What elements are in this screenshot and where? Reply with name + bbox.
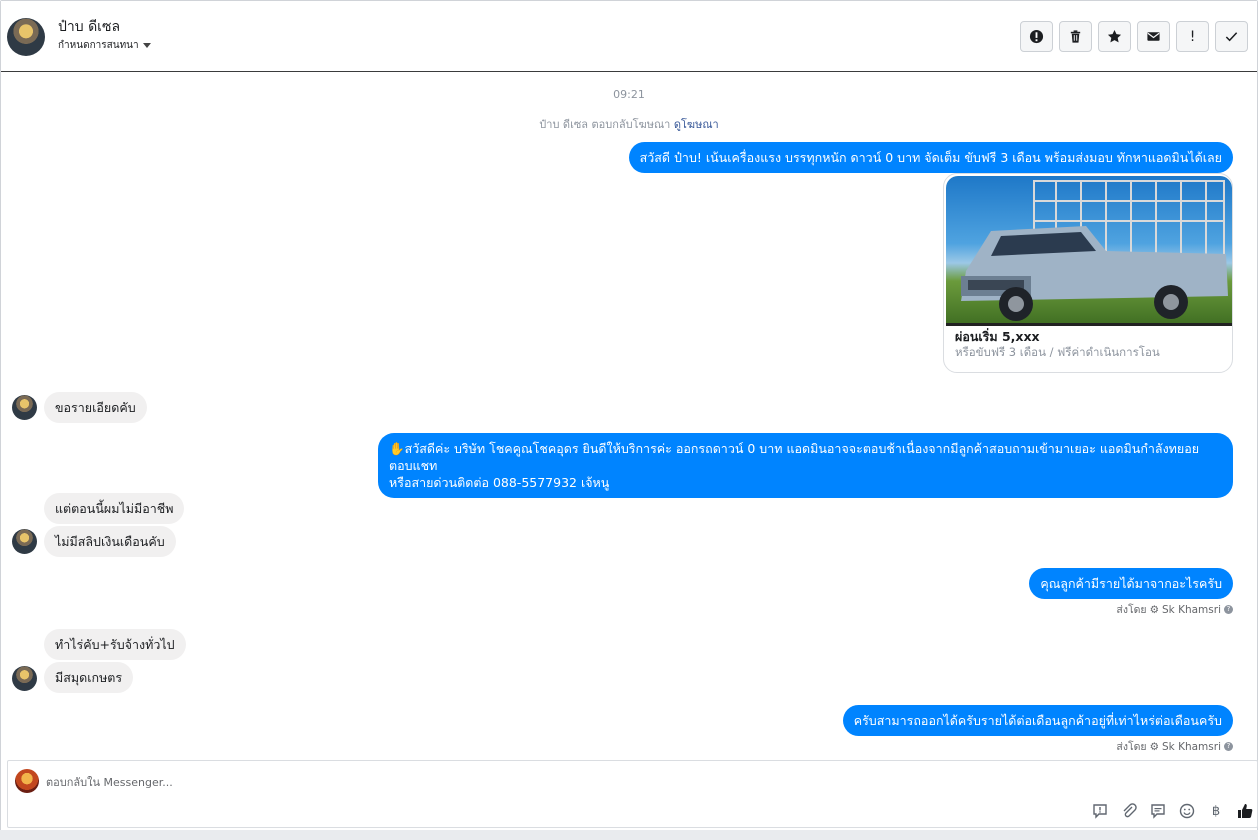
incoming-message[interactable]: แต่ตอนนี้ผมไม่มีอาชีพ [44, 493, 185, 524]
message-line: หรือสายด่วนติดต่อ 088-5577932 เจ้หนู [389, 475, 610, 490]
sent-by-label: ส่งโดย ⚙ Sk Khamsri ? [1116, 738, 1233, 755]
sent-by-text: ส่งโดย [1116, 604, 1147, 616]
message-thread[interactable]: 09:21 ป๋าบ ดีเซล ตอบกลับโฆษณา ดูโฆษณา สว… [1, 73, 1257, 759]
incoming-message[interactable]: ขอรายเอียดคับ [44, 392, 147, 423]
assign-conversation-dropdown[interactable]: กำหนดการสนทนา [58, 38, 151, 53]
follow-up-button[interactable]: ! [1176, 21, 1209, 52]
help-icon[interactable]: ? [1224, 605, 1233, 614]
star-button[interactable] [1098, 21, 1131, 52]
outgoing-message[interactable]: คุณลูกค้ามีรายได้มาจากอะไรครับ [1029, 568, 1233, 599]
sender-avatar[interactable] [12, 395, 37, 420]
pickup-truck-photo [946, 176, 1232, 326]
header-actions: ! [1020, 21, 1248, 52]
gear-icon: ⚙ [1149, 740, 1159, 753]
attachment-icon [1123, 803, 1137, 818]
mark-spam-button[interactable] [1020, 21, 1053, 52]
message-composer: ตอบกลับใน Messenger... ฿ [7, 760, 1258, 828]
attach-file-button[interactable] [1121, 803, 1137, 819]
caret-down-icon [142, 43, 151, 48]
sent-by-text: ส่งโดย [1116, 741, 1147, 753]
message-line: ✋สวัสดีค่ะ บริษัท โชคคูณโชคอุดร ยินดีให้… [389, 441, 1200, 473]
ad-reply-text: ป๋าบ ดีเซล ตอบกลับโฆษณา [539, 118, 671, 131]
sender-name: Sk Khamsri [1162, 603, 1221, 616]
gear-icon: ⚙ [1149, 603, 1159, 616]
saved-reply-button[interactable] [1092, 803, 1108, 819]
contact-name[interactable]: ป๋าบ ดีเซล [58, 16, 120, 38]
page-avatar [15, 769, 39, 793]
message-timestamp: 09:21 [613, 88, 645, 101]
exclamation-circle-icon [1029, 29, 1044, 44]
baht-icon: ฿ [1211, 803, 1221, 819]
incoming-message[interactable]: มีสมุดเกษตร [44, 662, 134, 693]
outgoing-message[interactable]: ครับสามารถออกได้ครับรายได้ต่อเดือนลูกค้า… [842, 705, 1233, 736]
incoming-message[interactable]: ทำไร่คับ+รับจ้างทั่วไป [44, 629, 186, 660]
chat-bubble-icon [1151, 804, 1165, 819]
payment-button[interactable]: ฿ [1208, 803, 1224, 819]
sender-name: Sk Khamsri [1162, 740, 1221, 753]
outgoing-message[interactable]: สวัสดี ป๋าบ! เน้นเครื่องแรง บรรทุกหนัก ด… [628, 142, 1233, 173]
trash-icon [1070, 30, 1081, 43]
bottom-bar [0, 830, 1258, 840]
envelope-icon [1147, 32, 1160, 41]
reply-input[interactable]: ตอบกลับใน Messenger... [46, 773, 173, 791]
mark-done-button[interactable] [1215, 21, 1248, 52]
ad-card[interactable]: ผ่อนเริ่ม 5,xxx หรือขับฟรี 3 เดือน / ฟรี… [943, 173, 1233, 373]
ad-reply-notice: ป๋าบ ดีเซล ตอบกลับโฆษณา ดูโฆษณา [1, 115, 1257, 133]
outgoing-message[interactable]: ✋สวัสดีค่ะ บริษัท โชคคูณโชคอุดร ยินดีให้… [378, 433, 1233, 498]
assign-label: กำหนดการสนทนา [58, 40, 139, 51]
emoji-button[interactable] [1179, 803, 1195, 819]
saved-reply-icon [1093, 804, 1107, 819]
delete-button[interactable] [1059, 21, 1092, 52]
sent-by-label: ส่งโดย ⚙ Sk Khamsri ? [1116, 601, 1233, 618]
sender-avatar[interactable] [12, 666, 37, 691]
ad-card-subtitle: หรือขับฟรี 3 เดือน / ฟรีค่าดำเนินการโอน [955, 345, 1160, 359]
composer-tools: ฿ [1092, 803, 1253, 819]
star-icon [1107, 29, 1122, 43]
sender-avatar[interactable] [12, 529, 37, 554]
checkmark-icon [1225, 32, 1238, 42]
conversation-header: ป๋าบ ดีเซล กำหนดการสนทนา ! [1, 1, 1257, 72]
exclamation-icon: ! [1189, 28, 1196, 45]
incoming-message[interactable]: ไม่มีสลิปเงินเดือนคับ [44, 526, 176, 557]
like-button[interactable] [1237, 803, 1253, 819]
quick-reply-button[interactable] [1150, 803, 1166, 819]
emoji-icon [1179, 803, 1195, 819]
mark-unread-button[interactable] [1137, 21, 1170, 52]
contact-avatar[interactable] [7, 18, 45, 56]
thumbs-up-icon [1238, 804, 1253, 818]
view-ad-link[interactable]: ดูโฆษณา [674, 118, 719, 131]
help-icon[interactable]: ? [1224, 742, 1233, 751]
